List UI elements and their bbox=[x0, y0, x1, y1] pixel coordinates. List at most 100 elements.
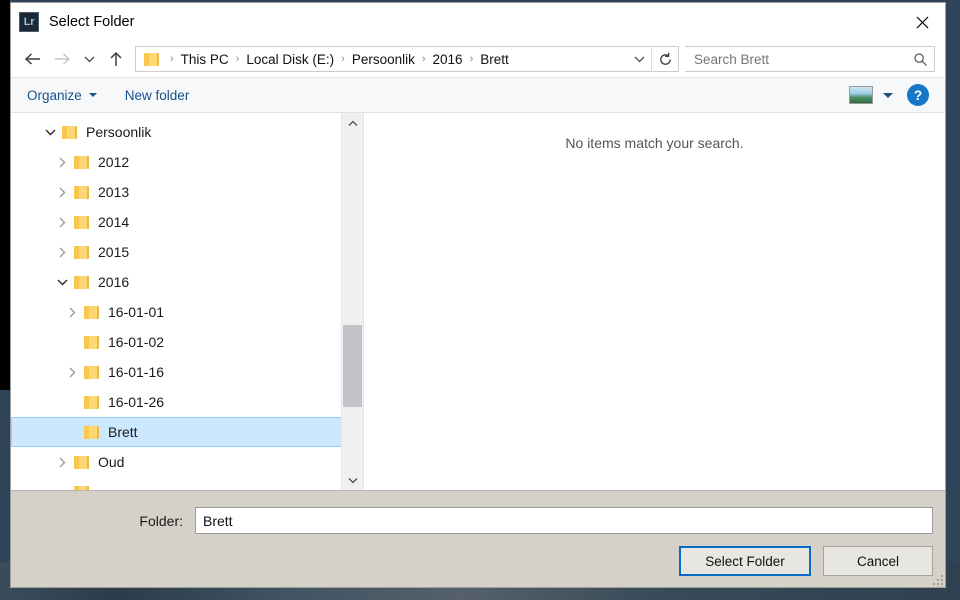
folder-icon bbox=[84, 305, 99, 319]
tree-item-label: Persoonlik bbox=[86, 124, 152, 140]
folder-icon bbox=[74, 275, 89, 289]
tree-item-2015[interactable]: 2015 bbox=[11, 237, 363, 267]
scrollbar-down-button[interactable] bbox=[342, 470, 363, 490]
tree-item-label: 16-01-16 bbox=[108, 364, 165, 380]
collapsed-chevron-icon[interactable] bbox=[50, 207, 74, 237]
folder-name-input[interactable] bbox=[195, 507, 933, 534]
tree-item-label: 2014 bbox=[98, 214, 130, 230]
close-button[interactable] bbox=[899, 3, 945, 41]
scrollbar-up-button[interactable] bbox=[342, 113, 363, 133]
organize-menu-button[interactable]: Organize bbox=[27, 88, 97, 103]
up-arrow-icon bbox=[110, 51, 122, 66]
select-folder-button[interactable]: Select Folder bbox=[679, 546, 811, 576]
folder-icon bbox=[84, 425, 99, 439]
forward-button[interactable] bbox=[47, 45, 77, 73]
collapsed-chevron-icon[interactable] bbox=[50, 147, 74, 177]
folder-tree: Persoonlik 2012 2013 2014 2015 2016 16-0… bbox=[11, 113, 363, 490]
tree-item-partial[interactable] bbox=[11, 477, 363, 490]
new-folder-label: New folder bbox=[124, 87, 190, 103]
collapsed-chevron-icon[interactable] bbox=[50, 237, 74, 267]
tree-item-2013[interactable]: 2013 bbox=[11, 177, 363, 207]
refresh-icon bbox=[659, 52, 671, 65]
dialog-titlebar: Lr Select Folder bbox=[11, 3, 945, 41]
background-app-left-panel bbox=[0, 0, 10, 390]
breadcrumb-item-2[interactable]: Persoonlik bbox=[350, 52, 417, 67]
tree-item-brett[interactable]: Brett bbox=[11, 417, 363, 447]
breadcrumb-item-3[interactable]: 2016 bbox=[431, 52, 465, 67]
folder-name-row: Folder: bbox=[11, 507, 945, 534]
folder-field-label: Folder: bbox=[139, 512, 183, 529]
tree-item-label: 2013 bbox=[98, 184, 130, 200]
folder-icon bbox=[84, 335, 99, 349]
address-dropdown-button[interactable] bbox=[627, 47, 651, 71]
dialog-footer: Folder: Select Folder Cancel bbox=[11, 490, 945, 587]
dialog-title: Select Folder bbox=[49, 14, 135, 30]
breadcrumb-separator: › bbox=[341, 53, 345, 65]
expanded-chevron-icon[interactable] bbox=[50, 267, 74, 297]
up-one-level-button[interactable] bbox=[101, 45, 131, 73]
file-list-pane[interactable]: No items match your search. bbox=[364, 113, 945, 490]
chevron-down-icon bbox=[88, 93, 97, 97]
background-app-right-strip bbox=[946, 0, 960, 600]
folder-icon bbox=[74, 215, 89, 229]
folder-icon bbox=[74, 155, 89, 169]
tree-item-label: 16-01-01 bbox=[108, 304, 165, 320]
folder-icon bbox=[84, 365, 99, 379]
breadcrumb-separator: › bbox=[235, 53, 240, 65]
tree-item-label: Brett bbox=[108, 424, 138, 440]
tree-item-16-01-16[interactable]: 16-01-16 bbox=[11, 357, 363, 387]
address-bar[interactable]: › This PC › Local Disk (E:) › Persoonlik… bbox=[135, 46, 679, 72]
tree-indent-spacer bbox=[60, 417, 84, 447]
close-icon bbox=[916, 16, 928, 28]
chevron-down-icon bbox=[348, 477, 357, 483]
breadcrumb-item-4[interactable]: Brett bbox=[478, 52, 511, 67]
tree-item-2014[interactable]: 2014 bbox=[11, 207, 363, 237]
resize-grip-icon[interactable] bbox=[931, 573, 943, 585]
back-button[interactable] bbox=[17, 45, 47, 73]
chevron-down-icon bbox=[84, 56, 94, 63]
empty-results-message: No items match your search. bbox=[565, 135, 744, 151]
search-box[interactable] bbox=[685, 46, 935, 72]
expanded-chevron-icon[interactable] bbox=[38, 117, 62, 147]
dialog-content: Persoonlik 2012 2013 2014 2015 2016 16-0… bbox=[11, 113, 945, 490]
folder-icon bbox=[74, 245, 89, 259]
chevron-down-icon[interactable] bbox=[883, 92, 893, 98]
search-button[interactable] bbox=[906, 47, 934, 71]
new-folder-button[interactable]: New folder bbox=[125, 88, 190, 103]
collapsed-chevron-icon[interactable] bbox=[50, 447, 74, 477]
chevron-down-icon bbox=[634, 56, 644, 63]
change-view-icon[interactable] bbox=[849, 86, 873, 104]
cancel-button[interactable]: Cancel bbox=[823, 546, 933, 576]
breadcrumb-item-0[interactable]: This PC bbox=[179, 52, 231, 67]
collapsed-chevron-icon[interactable] bbox=[60, 297, 84, 327]
chevron-up-icon bbox=[348, 120, 357, 126]
tree-item-label: 2016 bbox=[98, 274, 130, 290]
breadcrumb-item-1[interactable]: Local Disk (E:) bbox=[244, 52, 336, 67]
recent-locations-button[interactable] bbox=[77, 45, 101, 73]
tree-item-2016[interactable]: 2016 bbox=[11, 267, 363, 297]
tree-item-16-01-26[interactable]: 16-01-26 bbox=[11, 387, 363, 417]
folder-icon bbox=[62, 125, 77, 139]
tree-item-label: Oud bbox=[98, 454, 125, 470]
tree-item-oud[interactable]: Oud bbox=[11, 447, 363, 477]
scrollbar-thumb[interactable] bbox=[343, 325, 362, 407]
breadcrumb-separator: › bbox=[170, 53, 174, 65]
tree-item-label: 16-01-02 bbox=[108, 334, 165, 350]
tree-vertical-scrollbar[interactable] bbox=[341, 113, 363, 490]
tree-indent-spacer bbox=[60, 327, 84, 357]
tree-item-persoonlik[interactable]: Persoonlik bbox=[11, 117, 363, 147]
collapsed-chevron-icon[interactable] bbox=[60, 357, 84, 387]
search-input[interactable] bbox=[685, 50, 906, 68]
folder-icon bbox=[74, 185, 89, 199]
breadcrumb-folder-icon bbox=[144, 52, 159, 66]
tree-item-16-01-01[interactable]: 16-01-01 bbox=[11, 297, 363, 327]
tree-item-label: 16-01-26 bbox=[108, 394, 165, 410]
tree-item-16-01-02[interactable]: 16-01-02 bbox=[11, 327, 363, 357]
tree-item-2012[interactable]: 2012 bbox=[11, 147, 363, 177]
refresh-button[interactable] bbox=[651, 46, 678, 72]
breadcrumb-separator: › bbox=[421, 53, 426, 65]
help-button[interactable]: ? bbox=[907, 84, 929, 106]
back-arrow-icon bbox=[24, 53, 40, 65]
organize-label: Organize bbox=[27, 87, 82, 103]
collapsed-chevron-icon[interactable] bbox=[50, 177, 74, 207]
